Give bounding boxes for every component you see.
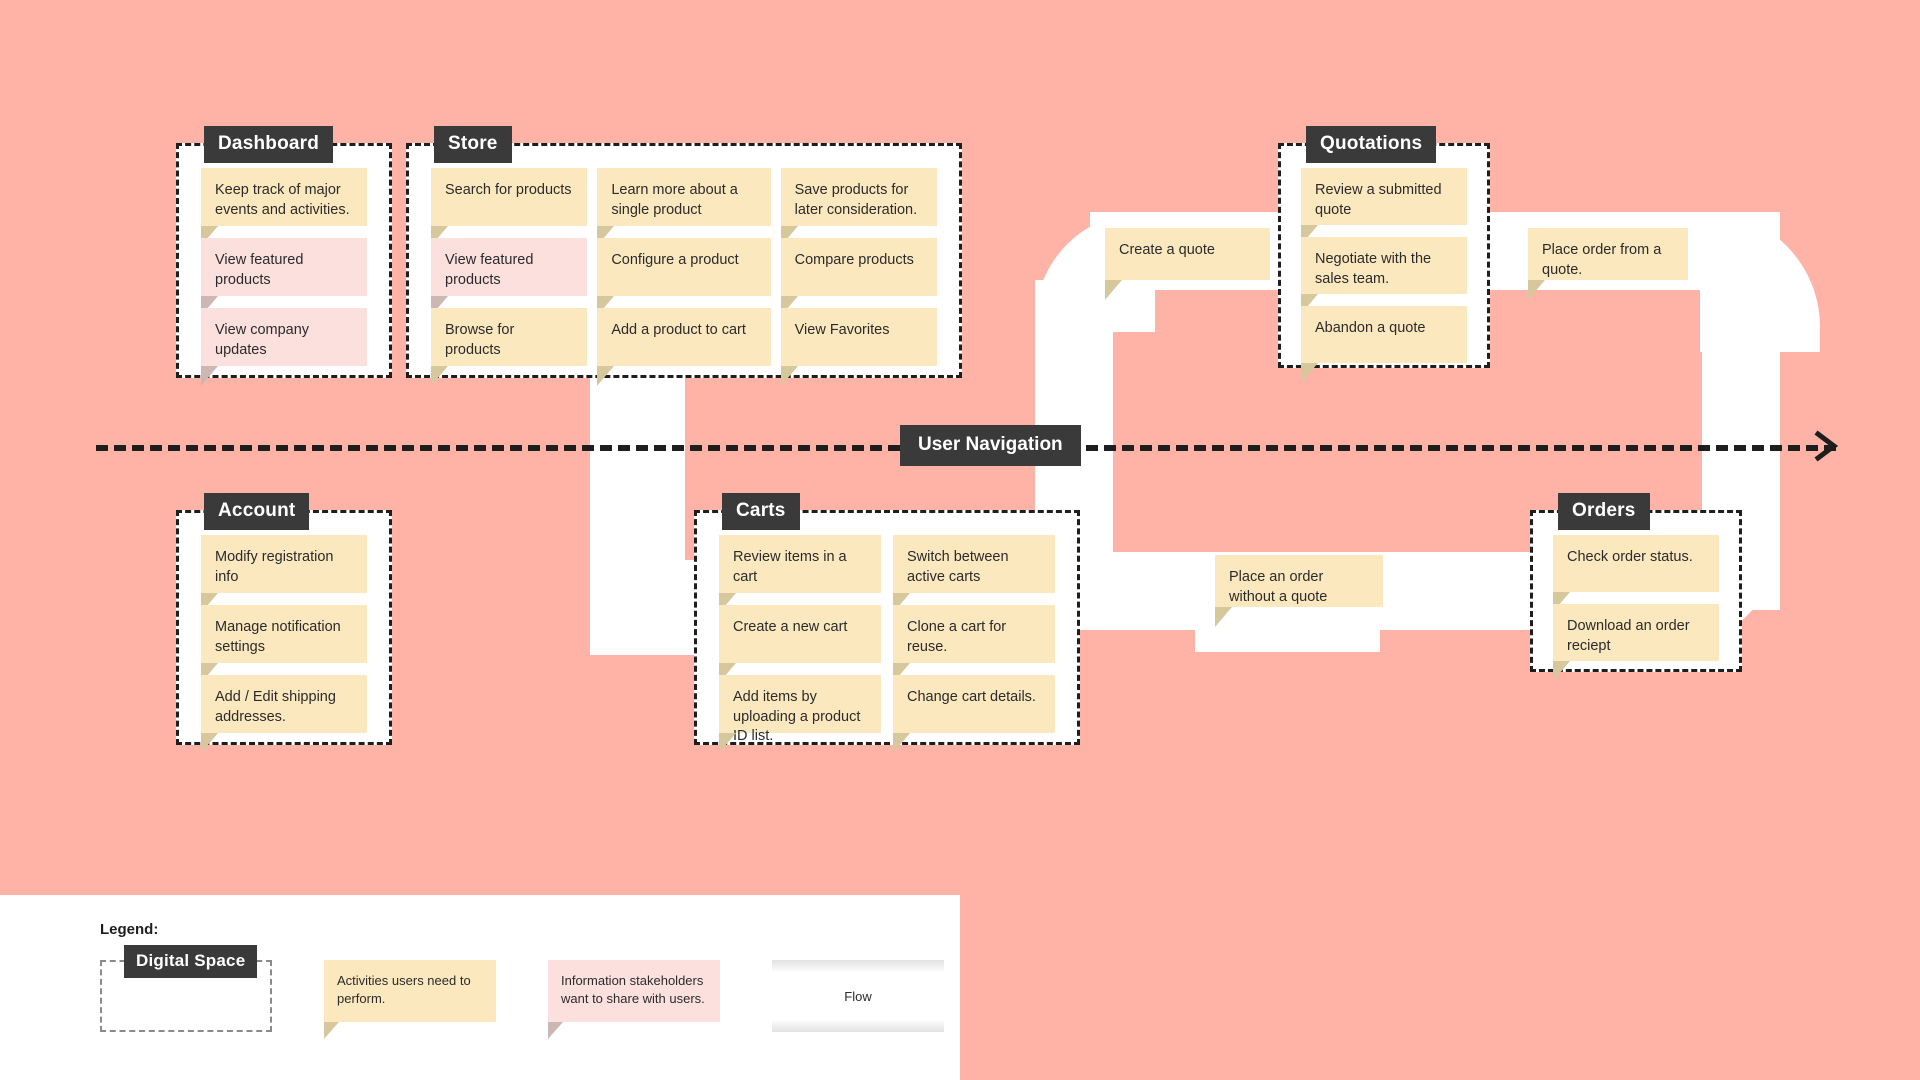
space-account[interactable]: Account Modify registration info Manage … [176, 493, 392, 753]
note-text: Negotiate with the sales team. [1315, 251, 1432, 287]
sticky-note[interactable]: Add a product to cart [597, 308, 771, 386]
sticky-note[interactable]: View Favorites [780, 308, 937, 386]
note-text: View featured products [215, 252, 304, 288]
legend-title: Legend: [100, 921, 159, 938]
legend-flow-label: Flow [844, 988, 872, 1004]
note-text: Save products for later consideration. [794, 182, 918, 218]
space-dashboard[interactable]: Dashboard Keep track of major events and… [176, 126, 392, 386]
flow-note-text: Place an order without a quote [1229, 569, 1328, 605]
space-column: Check order status. Download an order re… [1533, 535, 1739, 681]
space-column: Save products for later consideration. C… [776, 168, 959, 386]
note-text: Manage notification settings [215, 619, 341, 655]
sticky-note[interactable]: Manage notification settings [201, 605, 367, 683]
note-text: View company updates [215, 322, 310, 358]
note-text: Review items in a cart [733, 549, 847, 585]
sticky-note[interactable]: View company updates [201, 308, 367, 386]
note-text: Download an order reciept [1567, 618, 1690, 654]
note-text: Browse for products [445, 322, 515, 358]
space-quotations[interactable]: Quotations Review a submitted quote Nego… [1278, 126, 1490, 383]
sticky-note[interactable]: Create a new cart [719, 605, 881, 683]
sticky-note[interactable]: Configure a product [597, 238, 771, 316]
sticky-note[interactable]: Learn more about a single product [597, 168, 771, 246]
sticky-note[interactable]: Check order status. [1553, 535, 1719, 612]
note-text: Configure a product [611, 252, 739, 268]
legend-activity-note: Activities users need to perform. [324, 960, 496, 1039]
space-column: Search for products View featured produc… [409, 168, 592, 386]
note-text: Check order status. [1567, 549, 1693, 565]
note-text: View Favorites [794, 322, 890, 338]
space-title-orders: Orders [1558, 493, 1650, 530]
sticky-note[interactable]: Review a submitted quote [1301, 168, 1467, 245]
legend-items: Digital Space Activities users need to p… [100, 945, 960, 1039]
note-text: Create a new cart [733, 619, 848, 635]
sticky-note[interactable]: Download an order reciept [1553, 604, 1719, 681]
space-column: Learn more about a single product Config… [592, 168, 775, 386]
sticky-note[interactable]: Add items by uploading a product ID list… [719, 675, 881, 753]
space-column: Modify registration info Manage notifica… [179, 535, 389, 753]
note-text: Add / Edit shipping addresses. [215, 689, 336, 725]
space-column: Review a submitted quote Negotiate with … [1281, 168, 1487, 383]
note-text: Learn more about a single product [611, 182, 738, 218]
sticky-note[interactable]: Compare products [780, 238, 937, 316]
journey-map-canvas: Create a quote Place order from a quote.… [0, 0, 1920, 1080]
note-text: Clone a cart for reuse. [907, 619, 1007, 655]
note-text: Modify registration info [215, 549, 334, 585]
arrow-right-icon [1814, 430, 1839, 462]
sticky-note[interactable]: Change cart details. [893, 675, 1055, 753]
note-text: Switch between active carts [907, 549, 1009, 585]
space-title-quotations: Quotations [1306, 126, 1437, 163]
sticky-note[interactable]: Keep track of major events and activitie… [201, 168, 367, 246]
sticky-note[interactable]: Modify registration info [201, 535, 367, 613]
sticky-note[interactable]: Clone a cart for reuse. [893, 605, 1055, 683]
note-text: Abandon a quote [1315, 320, 1426, 336]
sticky-note[interactable]: Abandon a quote [1301, 306, 1467, 383]
space-store[interactable]: Store Search for products View featured … [406, 126, 962, 386]
legend-panel: Legend: Digital Space Activities users n… [0, 895, 960, 1080]
sticky-note[interactable]: Save products for later consideration. [780, 168, 937, 246]
sticky-note[interactable]: View featured products [201, 238, 367, 316]
note-text: Compare products [794, 252, 914, 268]
note-text: Review a submitted quote [1315, 182, 1442, 218]
legend-digital-space-swatch: Digital Space [100, 945, 272, 1032]
flow-note-text: Create a quote [1119, 242, 1215, 258]
legend-info-note: Information stakeholders want to share w… [548, 960, 720, 1039]
space-carts[interactable]: Carts Review items in a cart Create a ne… [694, 493, 1080, 753]
space-title-account: Account [204, 493, 310, 530]
note-text: View featured products [445, 252, 534, 288]
user-navigation-label: User Navigation [900, 425, 1081, 466]
space-column: Switch between active carts Clone a cart… [887, 535, 1077, 753]
sticky-note[interactable]: Browse for products [431, 308, 588, 386]
space-title-carts: Carts [722, 493, 800, 530]
legend-digital-space-label: Digital Space [124, 945, 258, 978]
space-column: Keep track of major events and activitie… [179, 168, 389, 386]
sticky-note[interactable]: Switch between active carts [893, 535, 1055, 613]
legend-info-text: Information stakeholders want to share w… [561, 973, 705, 1006]
legend-activity-text: Activities users need to perform. [337, 973, 471, 1006]
note-text: Change cart details. [907, 689, 1036, 705]
space-title-store: Store [434, 126, 512, 163]
sticky-note[interactable]: Review items in a cart [719, 535, 881, 613]
flow-note-create-a-quote[interactable]: Create a quote [1105, 228, 1270, 300]
space-title-dashboard: Dashboard [204, 126, 334, 163]
space-orders[interactable]: Orders Check order status. Download an o… [1530, 493, 1742, 681]
sticky-note[interactable]: Search for products [431, 168, 588, 246]
flow-note-text: Place order from a quote. [1542, 242, 1662, 278]
legend-flow-swatch: Flow [772, 960, 944, 1032]
note-text: Search for products [445, 182, 572, 198]
sticky-note[interactable]: Negotiate with the sales team. [1301, 237, 1467, 314]
note-text: Add items by uploading a product ID list… [733, 689, 861, 745]
flow-note-place-order-from-a-quote[interactable]: Place order from a quote. [1528, 228, 1688, 300]
sticky-note[interactable]: Add / Edit shipping addresses. [201, 675, 367, 753]
flow-note-place-an-order-without-a-quote[interactable]: Place an order without a quote [1215, 555, 1383, 627]
sticky-note[interactable]: View featured products [431, 238, 588, 316]
space-column: Review items in a cart Create a new cart… [697, 535, 887, 753]
note-text: Keep track of major events and activitie… [215, 182, 350, 218]
note-text: Add a product to cart [611, 322, 746, 338]
